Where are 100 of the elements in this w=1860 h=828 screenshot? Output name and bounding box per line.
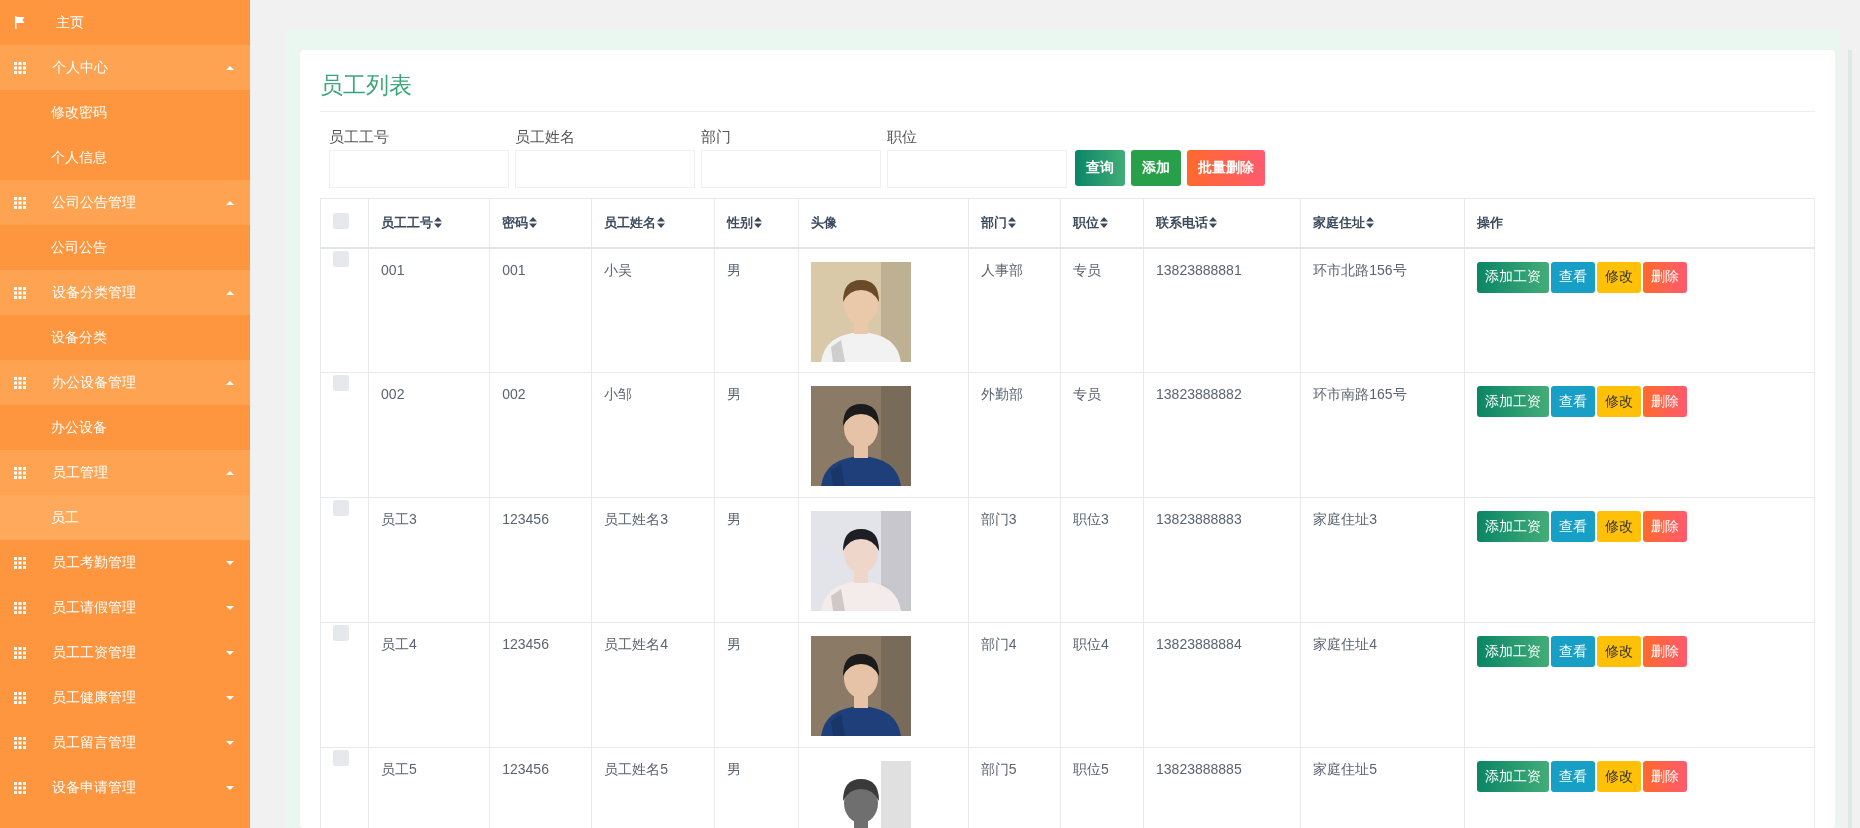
salary-button[interactable]: 添加工资 <box>1477 261 1550 293</box>
table-cell: 001 <box>381 261 405 278</box>
table-cell: 专员 <box>1072 261 1101 278</box>
delete-button[interactable]: 删除 <box>1643 386 1688 417</box>
view-button[interactable]: 查看 <box>1551 636 1596 667</box>
sidebar-group[interactable]: 个人中心 <box>0 45 250 90</box>
table-cell: 13823888883 <box>1156 511 1242 527</box>
column-header: 操作 <box>1477 213 1504 232</box>
view-button[interactable]: 查看 <box>1551 261 1596 293</box>
sidebar-group[interactable]: 公司公告管理 <box>0 180 250 225</box>
view-button[interactable]: 查看 <box>1551 761 1596 792</box>
checkbox[interactable] <box>333 750 349 766</box>
sidebar-item[interactable]: 个人信息 <box>0 135 250 180</box>
table-cell: 职位5 <box>1072 761 1109 777</box>
grid-icon <box>14 601 26 614</box>
checkbox[interactable] <box>333 375 349 391</box>
salary-button[interactable]: 添加工资 <box>1477 636 1550 667</box>
sidebar-group[interactable]: 员工考勤管理 <box>0 540 250 585</box>
view-button[interactable]: 查看 <box>1551 511 1596 542</box>
sidebar-item[interactable]: 设备分类 <box>0 315 250 360</box>
sort-icon[interactable] <box>434 217 443 229</box>
caret-down-icon <box>226 785 234 790</box>
caret-up-icon <box>226 470 234 475</box>
sort-icon[interactable] <box>753 217 762 229</box>
table-cell: 员工姓名3 <box>604 511 669 527</box>
caret-up-icon <box>226 200 234 205</box>
sidebar-item[interactable]: 办公设备 <box>0 405 250 450</box>
edit-button[interactable]: 修改 <box>1597 761 1642 792</box>
salary-button[interactable]: 添加工资 <box>1477 386 1550 417</box>
sidebar-group[interactable]: 员工健康管理 <box>0 675 250 720</box>
sidebar-item[interactable]: 员工 <box>0 495 250 540</box>
sort-icon[interactable] <box>1099 217 1108 229</box>
sidebar-group[interactable]: 员工留言管理 <box>0 720 250 765</box>
salary-button[interactable]: 添加工资 <box>1477 511 1550 542</box>
checkbox[interactable] <box>333 250 349 267</box>
sort-icon[interactable] <box>1007 217 1016 229</box>
sidebar-group[interactable]: 设备申请管理 <box>0 765 250 810</box>
sort-icon[interactable] <box>1209 217 1218 229</box>
delete-button[interactable]: 删除 <box>1643 636 1688 667</box>
caret-down-icon <box>226 695 234 700</box>
caret-down-icon <box>226 650 234 655</box>
table-cell: 男 <box>726 386 741 402</box>
salary-button[interactable]: 添加工资 <box>1477 761 1550 792</box>
edit-button[interactable]: 修改 <box>1597 386 1642 417</box>
grid-icon <box>14 556 26 569</box>
table-cell: 13823888881 <box>1156 261 1242 278</box>
caret-down-icon <box>226 740 234 745</box>
sidebar-group[interactable]: 设备分类管理 <box>0 270 250 315</box>
table-cell: 家庭住址3 <box>1313 511 1378 527</box>
add-button[interactable]: 添加 <box>1131 150 1181 186</box>
table-cell: 男 <box>726 636 741 652</box>
delete-button[interactable]: 删除 <box>1643 261 1688 293</box>
grid-icon <box>14 781 26 794</box>
edit-button[interactable]: 修改 <box>1597 636 1642 667</box>
edit-button[interactable]: 修改 <box>1597 261 1642 293</box>
table-cell: 员工3 <box>381 511 417 527</box>
sort-icon[interactable] <box>529 217 538 229</box>
delete-button[interactable]: 删除 <box>1643 761 1688 792</box>
grid-icon <box>14 646 26 659</box>
delete-button[interactable]: 批量删除 <box>1187 150 1265 186</box>
table-cell: 部门3 <box>980 511 1017 527</box>
table-cell: 外勤部 <box>980 386 1023 402</box>
table-cell: 环市北路156号 <box>1313 261 1407 278</box>
query-button[interactable]: 查询 <box>1075 150 1125 186</box>
table-cell: 职位3 <box>1072 511 1109 527</box>
sidebar-group[interactable]: 员工管理 <box>0 450 250 495</box>
table-cell: 员工5 <box>381 761 417 777</box>
sidebar-item[interactable]: 主页 <box>0 0 250 45</box>
view-button[interactable]: 查看 <box>1551 386 1596 417</box>
table-cell: 001 <box>502 261 526 278</box>
table-cell: 小吴 <box>604 261 633 278</box>
caret-up-icon <box>226 290 234 295</box>
delete-button[interactable]: 删除 <box>1643 511 1688 542</box>
edit-button[interactable]: 修改 <box>1597 511 1642 542</box>
column-header: 联系电话 <box>1156 213 1209 232</box>
sidebar-item[interactable]: 修改密码 <box>0 90 250 135</box>
caret-up-icon <box>226 380 234 385</box>
table-cell: 人事部 <box>980 261 1023 278</box>
grid-icon <box>14 196 26 209</box>
sidebar-group[interactable]: 员工请假管理 <box>0 585 250 630</box>
caret-down-icon <box>226 560 234 565</box>
grid-icon <box>14 376 26 389</box>
grid-icon <box>14 61 26 74</box>
sidebar-group[interactable]: 办公设备管理 <box>0 360 250 405</box>
column-header: 部门 <box>980 213 1007 232</box>
checkbox[interactable] <box>333 500 349 516</box>
caret-up-icon <box>226 65 234 70</box>
sort-icon[interactable] <box>1366 217 1375 229</box>
table-cell: 员工4 <box>381 636 417 652</box>
sort-icon[interactable] <box>657 217 666 229</box>
sidebar-group[interactable]: 员工工资管理 <box>0 630 250 675</box>
grid-icon <box>14 286 26 299</box>
table-cell: 13823888885 <box>1156 761 1242 777</box>
checkbox[interactable] <box>333 213 349 230</box>
table-cell: 002 <box>502 386 526 402</box>
column-header: 员工工号 <box>381 213 434 232</box>
table-cell: 男 <box>726 761 741 777</box>
sidebar-item[interactable]: 公司公告 <box>0 225 250 270</box>
checkbox[interactable] <box>333 625 349 641</box>
column-header: 员工姓名 <box>604 213 657 232</box>
